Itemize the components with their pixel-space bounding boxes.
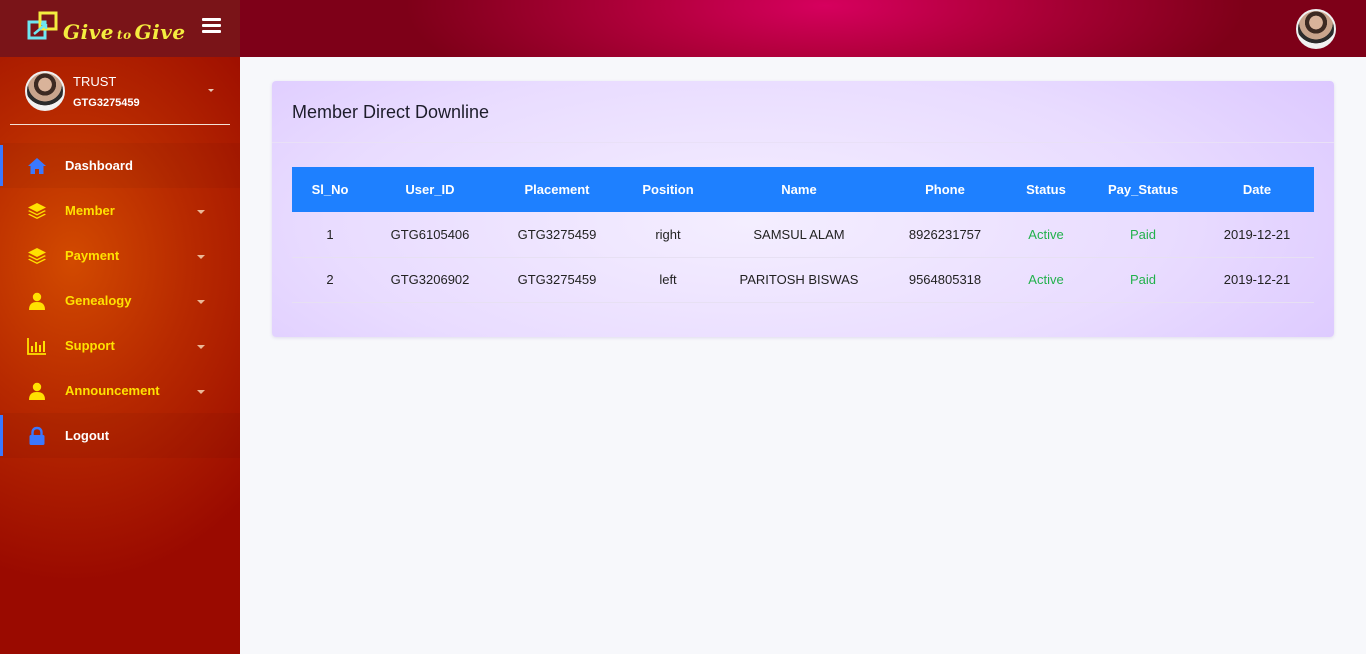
brand-bar: Give to Give [0, 0, 240, 57]
status-badge: Active [1006, 212, 1086, 258]
cell-user-id: GTG6105406 [368, 212, 492, 258]
brand-name-part: to [117, 28, 132, 42]
chevron-down-icon [197, 300, 205, 304]
sidebar: Give to Give TRUST GTG3275459 Dashboard Me… [0, 0, 240, 654]
column-header: Status [1006, 167, 1086, 212]
table-row: 1 GTG6105406 GTG3275459 right SAMSUL ALA… [292, 212, 1314, 258]
cell-date: 2019-12-21 [1200, 257, 1314, 303]
sidebar-item-support[interactable]: Support [0, 323, 240, 368]
brand-name[interactable]: Give to Give [63, 20, 186, 44]
sidebar-item-genealogy[interactable]: Genealogy [0, 278, 240, 323]
brand-name-part: Give [63, 20, 115, 44]
chevron-down-icon [197, 210, 205, 214]
column-header: Sl_No [292, 167, 368, 212]
hamburger-line [202, 18, 221, 21]
bar-chart-icon [27, 338, 46, 355]
cell-name: PARITOSH BISWAS [714, 257, 884, 303]
cell-sl-no: 1 [292, 212, 368, 258]
avatar [25, 71, 65, 111]
column-header: User_ID [368, 167, 492, 212]
sidebar-item-announcement[interactable]: Announcement [0, 368, 240, 413]
menu-toggle-button[interactable] [202, 18, 221, 34]
brand-name-part: Give [134, 20, 186, 44]
user-icon [29, 292, 45, 310]
cell-phone: 8926231757 [884, 212, 1006, 258]
column-header: Phone [884, 167, 1006, 212]
table-row: 2 GTG3206902 GTG3275459 left PARITOSH BI… [292, 257, 1314, 303]
downline-table: Sl_No User_ID Placement Position Name Ph… [292, 167, 1314, 303]
sidebar-item-label: Announcement [65, 383, 160, 398]
user-panel[interactable]: TRUST GTG3275459 [10, 57, 230, 125]
chevron-down-icon [197, 345, 205, 349]
status-badge: Active [1006, 257, 1086, 303]
user-id: GTG3275459 [73, 97, 140, 109]
chevron-down-icon [197, 255, 205, 259]
sidebar-item-label: Member [65, 203, 115, 218]
pay-status-badge: Paid [1086, 212, 1200, 258]
sidebar-item-member[interactable]: Member [0, 188, 240, 233]
sidebar-nav: Dashboard Member Payment Genealogy Suppo… [0, 143, 240, 458]
chevron-down-icon [197, 390, 205, 394]
cell-date: 2019-12-21 [1200, 212, 1314, 258]
cell-user-id: GTG3206902 [368, 257, 492, 303]
column-header: Position [622, 167, 714, 212]
sidebar-item-logout[interactable]: Logout [0, 413, 240, 458]
column-header: Date [1200, 167, 1314, 212]
avatar[interactable] [1296, 9, 1336, 49]
card-header: Member Direct Downline [272, 81, 1334, 143]
sidebar-item-label: Logout [65, 428, 110, 443]
sidebar-item-payment[interactable]: Payment [0, 233, 240, 278]
page-title: Member Direct Downline [292, 102, 490, 122]
hamburger-line [202, 30, 221, 33]
column-header: Pay_Status [1086, 167, 1200, 212]
user-icon [29, 382, 45, 400]
cell-position: right [622, 212, 714, 258]
downline-card: Member Direct Downline Sl_No User_ID Pla… [272, 81, 1334, 337]
cell-position: left [622, 257, 714, 303]
sidebar-item-label: Dashboard [65, 158, 133, 173]
layers-icon [28, 248, 46, 264]
user-name: TRUST [73, 74, 117, 89]
logo-icon[interactable] [26, 10, 62, 46]
cell-sl-no: 2 [292, 257, 368, 303]
cell-name: SAMSUL ALAM [714, 212, 884, 258]
sidebar-item-label: Payment [65, 248, 120, 263]
top-bar [240, 0, 1366, 57]
cell-phone: 9564805318 [884, 257, 1006, 303]
sidebar-item-label: Genealogy [65, 293, 132, 308]
chevron-down-icon[interactable] [208, 89, 214, 92]
home-icon [28, 158, 46, 174]
pay-status-badge: Paid [1086, 257, 1200, 303]
cell-placement: GTG3275459 [492, 257, 622, 303]
column-header: Name [714, 167, 884, 212]
cell-placement: GTG3275459 [492, 212, 622, 258]
lock-icon [29, 426, 45, 445]
sidebar-item-dashboard[interactable]: Dashboard [0, 143, 240, 188]
hamburger-line [202, 24, 221, 27]
table-header-row: Sl_No User_ID Placement Position Name Ph… [292, 167, 1314, 212]
column-header: Placement [492, 167, 622, 212]
sidebar-item-label: Support [65, 338, 115, 353]
layers-icon [28, 203, 46, 219]
